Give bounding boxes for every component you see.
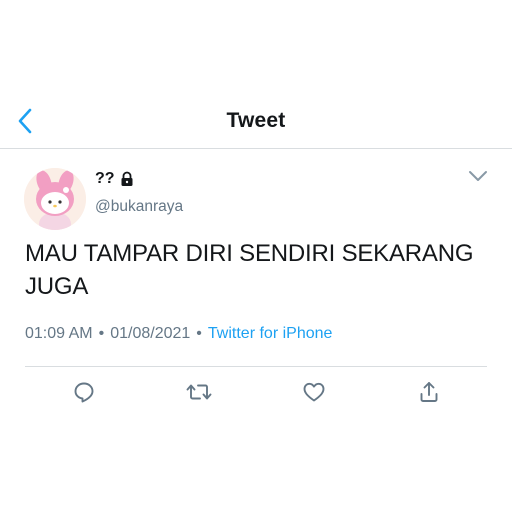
header-divider [0,148,512,149]
tweet-date: 01/08/2021 [110,325,191,342]
heart-icon [303,382,325,402]
like-button[interactable] [301,379,327,405]
share-button[interactable] [416,379,442,405]
tweet-source-link[interactable]: Twitter for iPhone [208,325,333,343]
share-icon [420,382,438,402]
avatar-image [24,168,86,230]
tweet-time: 01:09 AM [25,325,93,342]
reply-button[interactable] [71,379,97,405]
actions-divider [25,366,487,367]
retweet-button[interactable] [186,379,212,405]
author-display-name[interactable]: ?? [95,170,135,188]
avatar[interactable] [24,168,86,230]
lock-icon [119,171,135,187]
meta-separator: • [98,325,105,342]
top-navigation-bar: Tweet [0,98,512,148]
reply-icon [74,382,94,403]
page-title: Tweet [226,109,286,132]
chevron-down-icon [469,171,487,181]
author-name-text: ?? [95,170,115,187]
author-handle[interactable]: @bukanraya [95,198,183,216]
tweet-metadata: 01:09 AM • 01/08/2021 • Twitter for iPho… [25,325,332,343]
tweet-options-button[interactable] [466,166,490,186]
retweet-icon [186,384,212,400]
meta-separator: • [196,325,202,342]
tweet-detail-screen: Tweet ?? @bukanraya MAU TAMPAR DIRI SEND… [0,0,512,512]
tweet-text: MAU TAMPAR DIRI SENDIRI SEKARANG JUGA [25,240,474,300]
